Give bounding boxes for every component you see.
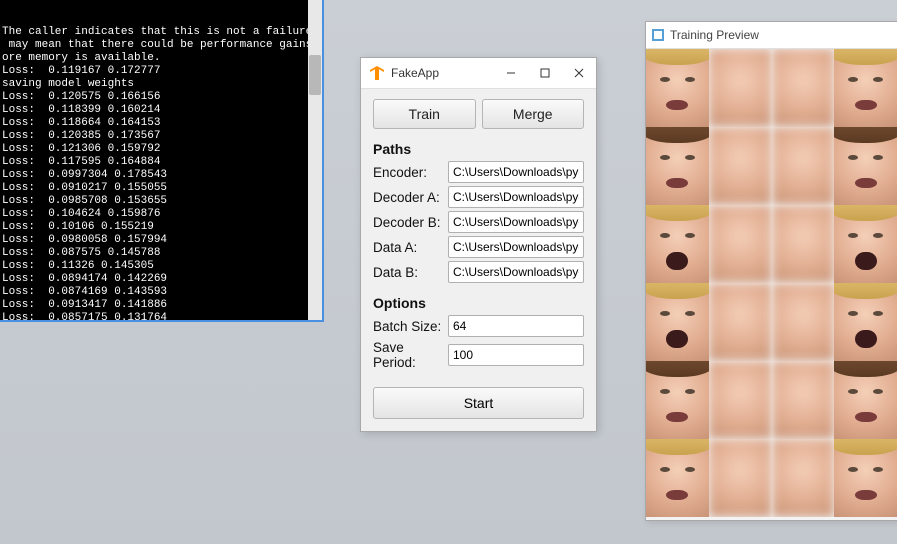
preview-cell xyxy=(709,283,772,361)
input-decoder-a[interactable] xyxy=(448,186,584,208)
window-controls xyxy=(494,59,596,87)
preview-cell xyxy=(772,361,835,439)
preview-app-icon xyxy=(652,29,664,41)
console-output: The caller indicates that this is not a … xyxy=(2,26,320,322)
preview-cell xyxy=(772,205,835,283)
label-data-b: Data B: xyxy=(373,265,448,280)
preview-cell xyxy=(834,49,897,127)
tensorflow-icon xyxy=(369,65,385,81)
preview-cell xyxy=(646,439,709,517)
start-button[interactable]: Start xyxy=(373,387,584,419)
minimize-button[interactable] xyxy=(494,59,528,87)
tab-train[interactable]: Train xyxy=(373,99,476,129)
preview-cell xyxy=(772,283,835,361)
close-button[interactable] xyxy=(562,59,596,87)
preview-cell xyxy=(834,439,897,517)
fakeapp-window: FakeApp Train Merge Paths Encoder: Decod… xyxy=(360,57,597,432)
preview-cell xyxy=(772,49,835,127)
tab-merge[interactable]: Merge xyxy=(482,99,585,129)
options-header: Options xyxy=(373,295,584,311)
input-data-a[interactable] xyxy=(448,236,584,258)
input-data-b[interactable] xyxy=(448,261,584,283)
fakeapp-titlebar: FakeApp xyxy=(361,58,596,89)
paths-header: Paths xyxy=(373,141,584,157)
preview-cell xyxy=(709,361,772,439)
input-save-period[interactable] xyxy=(448,344,584,366)
preview-titlebar: Training Preview xyxy=(646,22,897,49)
scrollbar-thumb[interactable] xyxy=(309,55,321,95)
preview-cell xyxy=(834,361,897,439)
fakeapp-tabs: Train Merge xyxy=(373,99,584,129)
preview-cell xyxy=(646,205,709,283)
preview-cell xyxy=(709,49,772,127)
label-decoder-a: Decoder A: xyxy=(373,190,448,205)
input-encoder[interactable] xyxy=(448,161,584,183)
preview-cell xyxy=(646,283,709,361)
preview-cell xyxy=(834,205,897,283)
input-decoder-b[interactable] xyxy=(448,211,584,233)
preview-cell xyxy=(646,49,709,127)
input-batch-size[interactable] xyxy=(448,315,584,337)
preview-cell xyxy=(834,127,897,205)
preview-cell xyxy=(772,127,835,205)
label-data-a: Data A: xyxy=(373,240,448,255)
preview-cell xyxy=(772,439,835,517)
maximize-button[interactable] xyxy=(528,59,562,87)
preview-cell xyxy=(709,439,772,517)
preview-cell xyxy=(834,283,897,361)
preview-title: Training Preview xyxy=(670,28,759,42)
label-encoder: Encoder: xyxy=(373,165,448,180)
label-save-period: Save Period: xyxy=(373,340,448,370)
preview-cell xyxy=(646,361,709,439)
console-scrollbar[interactable] xyxy=(308,0,322,320)
console-window: The caller indicates that this is not a … xyxy=(0,0,324,322)
fakeapp-body: Train Merge Paths Encoder: Decoder A: De… xyxy=(361,89,596,431)
training-preview-window: Training Preview xyxy=(645,21,897,521)
preview-cell xyxy=(709,127,772,205)
preview-cell xyxy=(709,205,772,283)
preview-grid xyxy=(646,49,897,521)
label-decoder-b: Decoder B: xyxy=(373,215,448,230)
fakeapp-title: FakeApp xyxy=(391,66,494,80)
label-batch-size: Batch Size: xyxy=(373,319,448,334)
preview-cell xyxy=(646,127,709,205)
